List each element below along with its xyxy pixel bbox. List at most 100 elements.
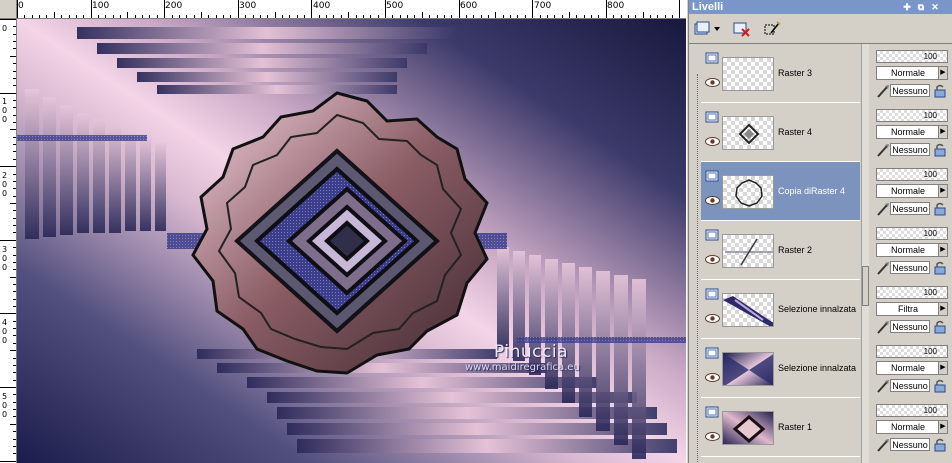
panel-title-bar[interactable]: Livelli ✚ ⧉ ✕ (689, 0, 952, 14)
opacity-slider[interactable]: 100 (876, 109, 948, 122)
mask-value[interactable]: Nessuno (890, 438, 930, 451)
pin-icon[interactable]: ✚ (902, 2, 912, 12)
blend-mode-select[interactable]: Normale ▶ (876, 420, 948, 434)
lock-icon[interactable] (933, 84, 947, 98)
ruler-v-digit: 0 (2, 180, 8, 189)
dropdown-arrow-icon[interactable]: ▶ (938, 126, 947, 138)
blend-mode-select[interactable]: Normale ▶ (876, 66, 948, 80)
opacity-slider[interactable]: 100 (876, 404, 948, 417)
layer-thumbnail (722, 57, 774, 91)
layer-row[interactable]: Raster 2 (701, 221, 860, 280)
brush-icon[interactable] (876, 143, 890, 157)
layer-type-icon (705, 170, 719, 182)
blend-mode-select[interactable]: Normale ▶ (876, 125, 948, 139)
layer-row[interactable]: Selezione innalzata (701, 280, 860, 339)
dropdown-arrow-icon[interactable]: ▶ (938, 421, 947, 433)
visibility-eye-icon[interactable] (705, 314, 720, 323)
mask-row: Nessuno (876, 83, 948, 99)
canvas-artwork[interactable] (17, 19, 686, 463)
layer-list-scrollbar[interactable] (861, 44, 869, 463)
ruler-v-digit: 4 (2, 318, 8, 327)
close-icon[interactable]: ✕ (930, 2, 940, 12)
mask-row: Nessuno (876, 142, 948, 158)
layer-row[interactable]: Raster 1 (701, 398, 860, 457)
visibility-eye-icon[interactable] (705, 255, 720, 264)
dropdown-arrow-icon[interactable]: ▶ (938, 303, 947, 315)
blend-mode-select[interactable]: Normale ▶ (876, 243, 948, 257)
lock-icon[interactable] (933, 379, 947, 393)
ruler-h-label: 0 (18, 1, 24, 11)
watermark-name: Pinuccia (494, 342, 568, 362)
opacity-slider[interactable]: 100 (876, 345, 948, 358)
lock-icon[interactable] (933, 438, 947, 452)
layer-thumbnail (722, 116, 774, 150)
blend-mode-select[interactable]: Filtra ▶ (876, 302, 948, 316)
layer-row[interactable]: Raster 3 (701, 44, 860, 103)
blend-mode-value: Filtra (898, 304, 918, 314)
visibility-eye-icon[interactable] (705, 78, 720, 87)
ruler-v-digit: 0 (2, 189, 8, 198)
blend-mode-select[interactable]: Normale ▶ (876, 361, 948, 375)
layer-list: Raster 3 Raster 4 Copia diRaster 4 Raste… (689, 44, 952, 463)
float-icon[interactable]: ⧉ (916, 2, 926, 12)
lock-icon[interactable] (933, 202, 947, 216)
ruler-v-digit: 0 (2, 24, 8, 33)
layer-name: Raster 1 (778, 422, 813, 432)
ruler-v-digit: 0 (2, 263, 8, 272)
layer-row[interactable]: Raster 4 (701, 103, 860, 162)
lock-icon[interactable] (933, 320, 947, 334)
ruler-h-label: 300 (239, 1, 257, 11)
blend-mode-value: Normale (890, 68, 925, 78)
opacity-slider[interactable]: 100 (876, 227, 948, 240)
layer-thumbnail (722, 411, 774, 445)
mask-value[interactable]: Nessuno (890, 84, 930, 97)
brush-icon[interactable] (876, 379, 890, 393)
brush-icon[interactable] (876, 202, 890, 216)
layer-type-icon (705, 111, 719, 123)
opacity-value: 100 (923, 347, 937, 356)
ruler-v-digit: 0 (2, 327, 8, 336)
dropdown-arrow-icon[interactable]: ▶ (938, 244, 947, 256)
ruler-v-digit: 5 (2, 392, 8, 401)
opacity-slider[interactable]: 100 (876, 50, 948, 63)
brush-icon[interactable] (876, 320, 890, 334)
dropdown-arrow-icon[interactable]: ▶ (938, 362, 947, 374)
blend-mode-value: Normale (890, 363, 925, 373)
mask-value[interactable]: Nessuno (890, 379, 930, 392)
opacity-slider[interactable]: 100 (876, 286, 948, 299)
ruler-v-digit: 0 (2, 106, 8, 115)
delete-layer-icon (733, 22, 750, 37)
layer-name: Copia diRaster 4 (778, 186, 846, 196)
brush-icon[interactable] (876, 84, 890, 98)
mask-value[interactable]: Nessuno (890, 143, 930, 156)
mask-value[interactable]: Nessuno (890, 320, 930, 333)
dropdown-arrow-icon[interactable]: ▶ (938, 185, 947, 197)
dropdown-arrow-icon[interactable]: ▶ (938, 67, 947, 79)
blend-mode-select[interactable]: Normale ▶ (876, 184, 948, 198)
brush-icon[interactable] (876, 438, 890, 452)
mask-value[interactable]: Nessuno (890, 261, 930, 274)
delete-layer-button[interactable] (733, 19, 751, 39)
layer-row[interactable]: Selezione innalzata (701, 339, 860, 398)
visibility-eye-icon[interactable] (705, 196, 720, 205)
opacity-slider[interactable]: 100 (876, 168, 948, 181)
layer-type-icon (705, 406, 719, 418)
layer-row-selected[interactable]: Copia diRaster 4 (701, 162, 860, 221)
lock-icon[interactable] (933, 143, 947, 157)
blend-mode-value: Normale (890, 422, 925, 432)
ruler-v-digit: 0 (2, 401, 8, 410)
visibility-eye-icon[interactable] (705, 137, 720, 146)
ruler-h-label: 400 (313, 1, 331, 11)
lock-icon[interactable] (933, 261, 947, 275)
visibility-eye-icon[interactable] (705, 373, 720, 382)
mask-value[interactable]: Nessuno (890, 202, 930, 215)
brush-icon[interactable] (876, 261, 890, 275)
scrollbar-thumb[interactable] (862, 266, 869, 306)
ruler-h-label: 700 (534, 1, 552, 11)
layer-name: Selezione innalzata (778, 363, 857, 373)
visibility-eye-icon[interactable] (705, 432, 720, 441)
edit-selection-button[interactable] (763, 19, 781, 39)
new-layer-button[interactable] (693, 19, 721, 39)
layer-type-icon (705, 52, 719, 64)
ruler-v-digit: 3 (2, 245, 8, 254)
